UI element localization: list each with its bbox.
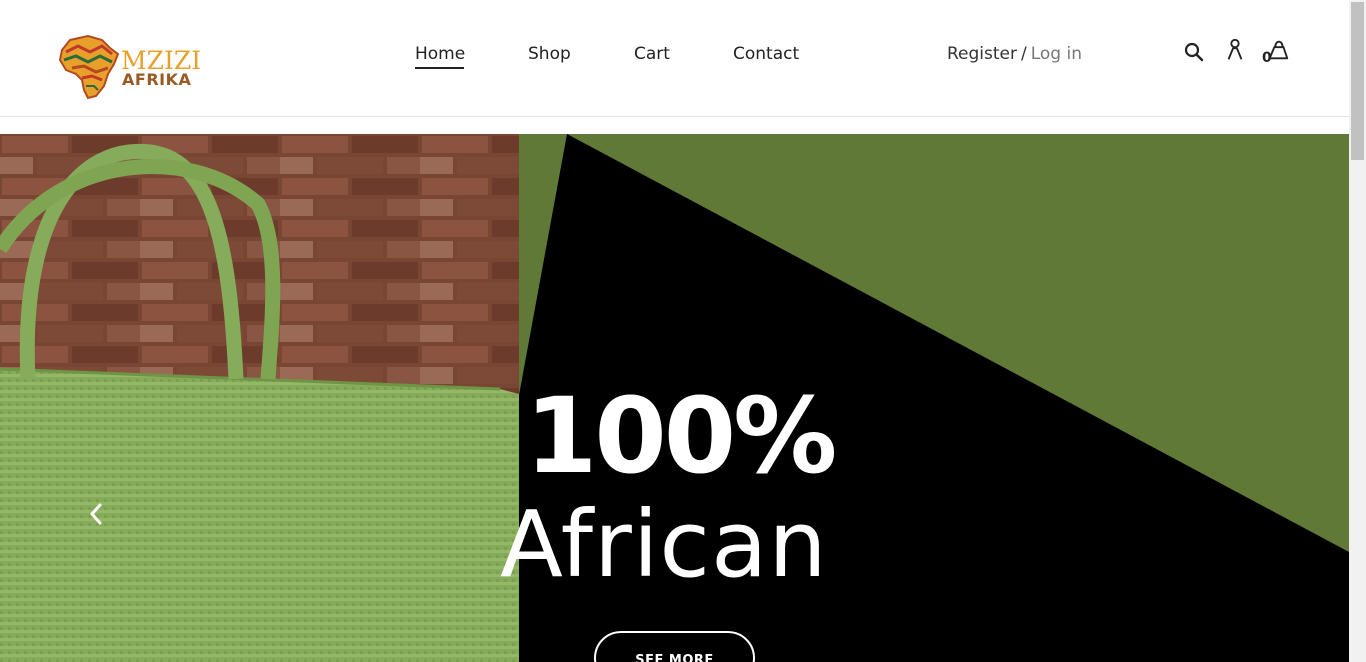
auth-separator: /: [1021, 44, 1027, 64]
nav-contact-link[interactable]: Contact: [733, 44, 799, 64]
hero-headline: 100%: [525, 375, 837, 497]
nav-home-link[interactable]: Home: [415, 44, 465, 64]
auth-links: Register / Log in: [947, 44, 1082, 64]
user-icon[interactable]: [1223, 38, 1247, 62]
brand-logo[interactable]: MZIZI AFRIKA: [58, 34, 208, 104]
see-more-button[interactable]: SEE MORE: [594, 631, 755, 662]
login-link[interactable]: Log in: [1031, 44, 1082, 64]
cart-count-badge: 0: [1262, 50, 1272, 66]
hero-slider: 100% African SEE MORE: [0, 134, 1349, 662]
brand-name-line2: AFRIKA: [122, 70, 192, 89]
nav-cart-link[interactable]: Cart: [634, 44, 670, 64]
active-nav-indicator: [415, 67, 464, 69]
site-header: MZIZI AFRIKA Home Shop Cart Contact Regi…: [0, 0, 1349, 117]
chevron-left-icon[interactable]: [86, 501, 106, 527]
register-link[interactable]: Register: [947, 44, 1017, 64]
nav-shop-link[interactable]: Shop: [528, 44, 571, 64]
hero-subheadline: African: [500, 491, 828, 598]
search-icon[interactable]: [1182, 40, 1206, 64]
africa-map-logo-icon: [58, 34, 120, 100]
scrollbar-thumb[interactable]: [1351, 2, 1364, 160]
